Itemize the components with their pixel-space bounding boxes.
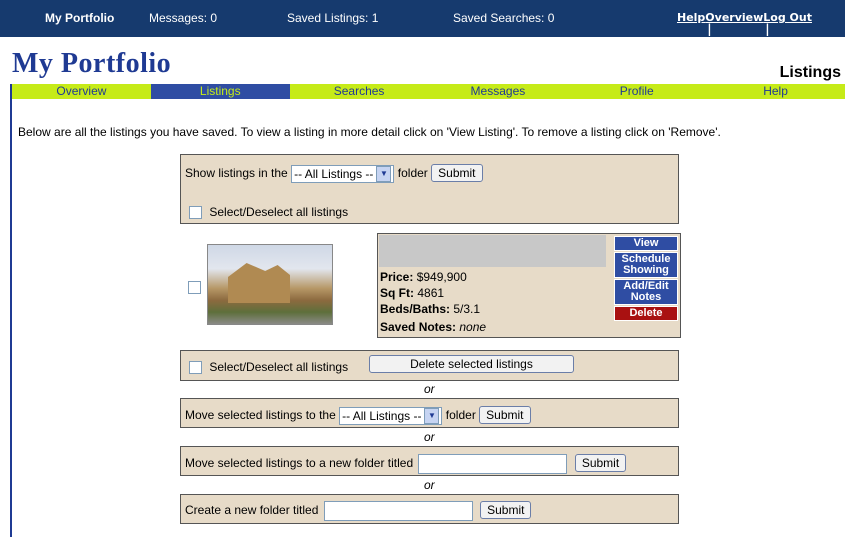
- tab-help[interactable]: Help: [706, 84, 845, 99]
- notes-value: none: [459, 320, 487, 334]
- overview-link[interactable]: Overview: [705, 11, 763, 24]
- view-button[interactable]: View: [614, 236, 678, 251]
- beds-label: Beds/Baths:: [380, 302, 451, 316]
- select-all-bottom-label: Select/Deselect all listings: [209, 360, 349, 374]
- tab-searches[interactable]: Searches: [290, 84, 429, 99]
- bulk-delete-panel: Select/Deselect all listings Delete sele…: [180, 350, 679, 381]
- beds-value: 5/3.1: [453, 302, 481, 316]
- new-folder-panel: Move selected listings to a new folder t…: [180, 446, 679, 476]
- listing-photo[interactable]: [207, 244, 333, 325]
- notes-label: Saved Notes:: [380, 320, 457, 334]
- page-title: My Portfolio: [12, 48, 172, 79]
- new-folder-label: Move selected listings to a new folder t…: [185, 456, 414, 471]
- move-panel: Move selected listings to the -- All Lis…: [180, 398, 679, 428]
- chevron-down-icon: ▼: [424, 407, 440, 424]
- tab-messages[interactable]: Messages: [428, 84, 567, 99]
- or-separator: or: [424, 478, 435, 492]
- delete-button[interactable]: Delete: [614, 306, 678, 321]
- select-all-bottom-checkbox[interactable]: [189, 361, 202, 375]
- price-label: Price:: [380, 270, 414, 284]
- new-folder-input[interactable]: [418, 454, 568, 474]
- saved-searches-count[interactable]: Saved Searches: 0: [453, 11, 554, 25]
- saved-listings-count[interactable]: Saved Listings: 1: [287, 11, 378, 25]
- logout-link[interactable]: Log Out: [763, 11, 812, 24]
- listing-actions: View Schedule Showing Add/Edit Notes Del…: [614, 236, 678, 322]
- top-links: Help | Overview | Log Out: [677, 11, 812, 36]
- create-folder-submit-button[interactable]: Submit: [480, 501, 532, 520]
- top-bar: My Portfolio Messages: 0 Saved Listings:…: [0, 0, 845, 37]
- or-separator: or: [424, 382, 435, 396]
- move-label: Move selected listings to the: [185, 408, 336, 422]
- folder-select-value: -- All Listings --: [294, 166, 374, 181]
- filter-submit-button[interactable]: Submit: [431, 164, 483, 182]
- price-value: $949,900: [416, 270, 467, 284]
- move-suffix: folder: [445, 408, 476, 422]
- listing-header: [379, 235, 606, 267]
- main-nav: Overview Listings Searches Messages Prof…: [12, 84, 845, 99]
- select-all-checkbox[interactable]: [189, 206, 202, 220]
- delete-selected-button[interactable]: Delete selected listings: [369, 355, 574, 373]
- or-separator: or: [424, 430, 435, 444]
- create-folder-label: Create a new folder titled: [185, 503, 319, 518]
- move-folder-value: -- All Listings --: [342, 408, 422, 423]
- brand-label[interactable]: My Portfolio: [45, 11, 114, 25]
- section-title: Listings: [779, 64, 841, 81]
- new-folder-submit-button[interactable]: Submit: [574, 454, 627, 473]
- intro-text: Below are all the listings you have save…: [18, 125, 721, 139]
- listing-checkbox[interactable]: [188, 281, 201, 294]
- help-link[interactable]: Help: [677, 11, 705, 24]
- separator: |: [707, 22, 712, 36]
- create-folder-input[interactable]: [323, 501, 473, 521]
- filter-label: Show listings in the: [185, 166, 288, 180]
- chevron-down-icon: ▼: [376, 165, 392, 182]
- move-submit-button[interactable]: Submit: [479, 406, 531, 424]
- sqft-label: Sq Ft:: [380, 286, 414, 300]
- edit-notes-button[interactable]: Add/Edit Notes: [614, 279, 678, 305]
- create-folder-panel: Create a new folder titled Submit: [180, 494, 679, 524]
- tab-overview[interactable]: Overview: [12, 84, 151, 99]
- tab-listings[interactable]: Listings: [150, 84, 290, 99]
- messages-count[interactable]: Messages: 0: [149, 11, 217, 25]
- tab-profile[interactable]: Profile: [567, 84, 706, 99]
- schedule-showing-button[interactable]: Schedule Showing: [614, 252, 678, 278]
- select-all-label: Select/Deselect all listings: [209, 205, 349, 219]
- filter-panel: Show listings in the -- All Listings -- ▼…: [180, 154, 679, 224]
- move-folder-select[interactable]: -- All Listings -- ▼: [339, 406, 443, 425]
- house-image: [228, 263, 290, 303]
- folder-select[interactable]: -- All Listings -- ▼: [291, 164, 395, 183]
- listing-details: Price: $949,900 Sq Ft: 4861 Beds/Baths: …: [377, 233, 681, 338]
- left-border: [10, 84, 12, 537]
- filter-suffix: folder: [397, 166, 428, 180]
- separator: |: [765, 22, 770, 36]
- sqft-value: 4861: [417, 286, 445, 300]
